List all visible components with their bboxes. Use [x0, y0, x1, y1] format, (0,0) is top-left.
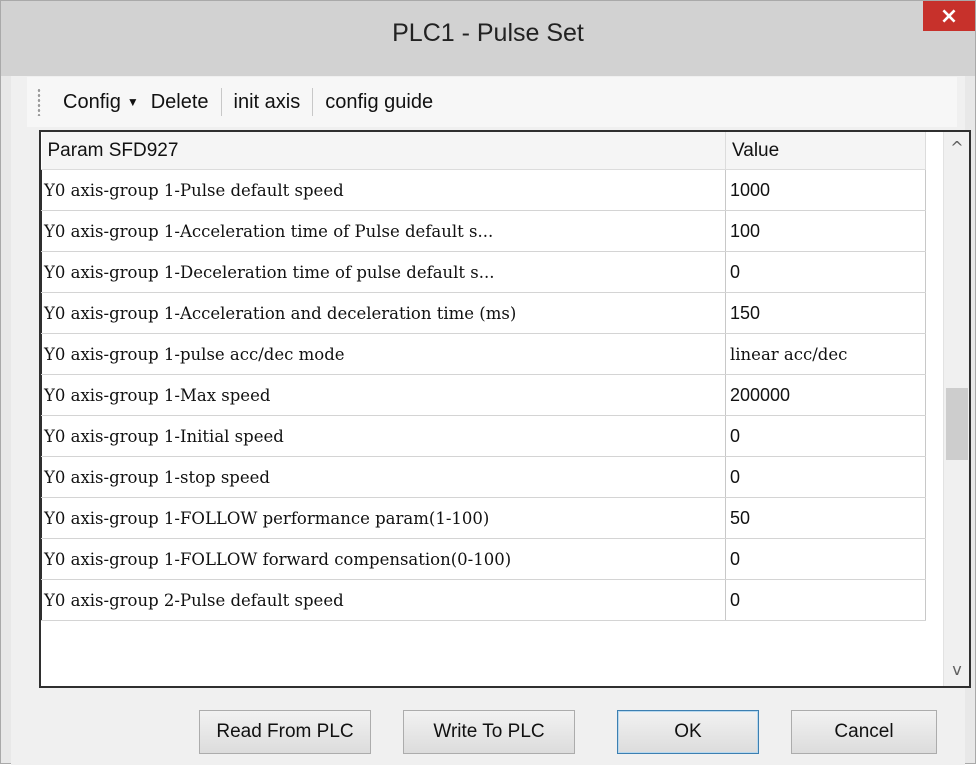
param-value-cell[interactable]: 100	[725, 210, 926, 252]
window-title: PLC1 - Pulse Set	[392, 19, 584, 47]
column-header-param[interactable]: Param SFD927	[41, 132, 726, 170]
title-bar[interactable]: PLC1 - Pulse Set ×	[1, 1, 975, 76]
vertical-scrollbar[interactable]: ^ v	[943, 132, 969, 686]
param-name-cell[interactable]: Y0 axis-group 1-Pulse default speed	[41, 169, 726, 211]
param-name-cell[interactable]: Y0 axis-group 1-pulse acc/dec mode	[41, 333, 726, 375]
close-icon[interactable]: ×	[923, 1, 975, 31]
param-value-cell[interactable]: 0	[725, 538, 926, 580]
table-row[interactable]: Y0 axis-group 1-Acceleration and deceler…	[41, 292, 926, 334]
table-row[interactable]: Y0 axis-group 1-Pulse default speed 1000	[41, 169, 926, 211]
table-row[interactable]: Y0 axis-group 1-Initial speed 0	[41, 415, 926, 457]
param-name-cell[interactable]: Y0 axis-group 1-stop speed	[41, 456, 726, 498]
pulse-set-dialog: PLC1 - Pulse Set × Config ▼ Delete init a…	[0, 0, 976, 765]
table-row[interactable]: Y0 axis-group 1-FOLLOW forward compensat…	[41, 538, 926, 580]
cancel-button[interactable]: Cancel	[791, 710, 937, 754]
toolbar-divider	[220, 88, 222, 116]
param-value-cell[interactable]: 200000	[725, 374, 926, 416]
param-rows: Y0 axis-group 1-Pulse default speed 1000 Y…	[41, 169, 926, 621]
table-row[interactable]: Y0 axis-group 1-Acceleration time of Pul…	[41, 210, 926, 252]
toolbar-divider	[312, 88, 314, 116]
scroll-down-icon[interactable]: v	[944, 654, 969, 684]
param-name-cell[interactable]: Y0 axis-group 2-Pulse default speed	[41, 579, 726, 621]
config-menu-button[interactable]: Config ▼	[57, 87, 145, 118]
table-row[interactable]: Y0 axis-group 1-pulse acc/dec mode linear…	[41, 333, 926, 375]
ok-button[interactable]: OK	[617, 710, 759, 754]
param-value-cell[interactable]: 1000	[725, 169, 926, 211]
param-value-cell[interactable]: 50	[725, 497, 926, 539]
param-value-cell[interactable]: 0	[725, 251, 926, 293]
table-header-row: Param SFD927 Value	[41, 132, 926, 170]
param-value-cell[interactable]: linear acc/dec	[725, 333, 926, 375]
param-name-cell[interactable]: Y0 axis-group 1-Deceleration time of pul…	[41, 251, 726, 293]
param-name-cell[interactable]: Y0 axis-group 1-FOLLOW forward compensat…	[41, 538, 726, 580]
param-value-cell[interactable]: 0	[725, 579, 926, 621]
table-row[interactable]: Y0 axis-group 2-Pulse default speed 0	[41, 579, 926, 621]
param-value-cell[interactable]: 150	[725, 292, 926, 334]
chevron-down-icon: ▼	[126, 94, 139, 109]
table-row[interactable]: Y0 axis-group 1-Deceleration time of pul…	[41, 251, 926, 293]
param-table: Param SFD927 Value Y0 axis-group 1-Pulse…	[41, 132, 926, 621]
init-axis-button[interactable]: init axis	[228, 87, 307, 118]
write-to-plc-button[interactable]: Write To PLC	[403, 710, 575, 754]
read-from-plc-button[interactable]: Read From PLC	[199, 710, 371, 754]
scroll-up-icon[interactable]: ^	[944, 132, 969, 162]
toolbar-grip-icon[interactable]	[37, 88, 41, 116]
config-label: Config	[63, 90, 121, 113]
scrollbar-thumb[interactable]	[946, 388, 968, 460]
table-row[interactable]: Y0 axis-group 1-Max speed 200000	[41, 374, 926, 416]
table-row[interactable]: Y0 axis-group 1-stop speed 0	[41, 456, 926, 498]
delete-button[interactable]: Delete	[145, 87, 215, 118]
param-name-cell[interactable]: Y0 axis-group 1-Acceleration and deceler…	[41, 292, 726, 334]
param-grid: Param SFD927 Value Y0 axis-group 1-Pulse…	[39, 130, 971, 688]
toolbar: Config ▼ Delete init axis config guide	[27, 77, 957, 127]
param-value-cell[interactable]: 0	[725, 456, 926, 498]
param-name-cell[interactable]: Y0 axis-group 1-Acceleration time of Pul…	[41, 210, 726, 252]
param-name-cell[interactable]: Y0 axis-group 1-Initial speed	[41, 415, 726, 457]
table-row[interactable]: Y0 axis-group 1-FOLLOW performance param…	[41, 497, 926, 539]
param-value-cell[interactable]: 0	[725, 415, 926, 457]
column-header-value[interactable]: Value	[725, 132, 926, 170]
param-name-cell[interactable]: Y0 axis-group 1-FOLLOW performance param…	[41, 497, 726, 539]
param-name-cell[interactable]: Y0 axis-group 1-Max speed	[41, 374, 726, 416]
config-guide-button[interactable]: config guide	[319, 87, 439, 118]
